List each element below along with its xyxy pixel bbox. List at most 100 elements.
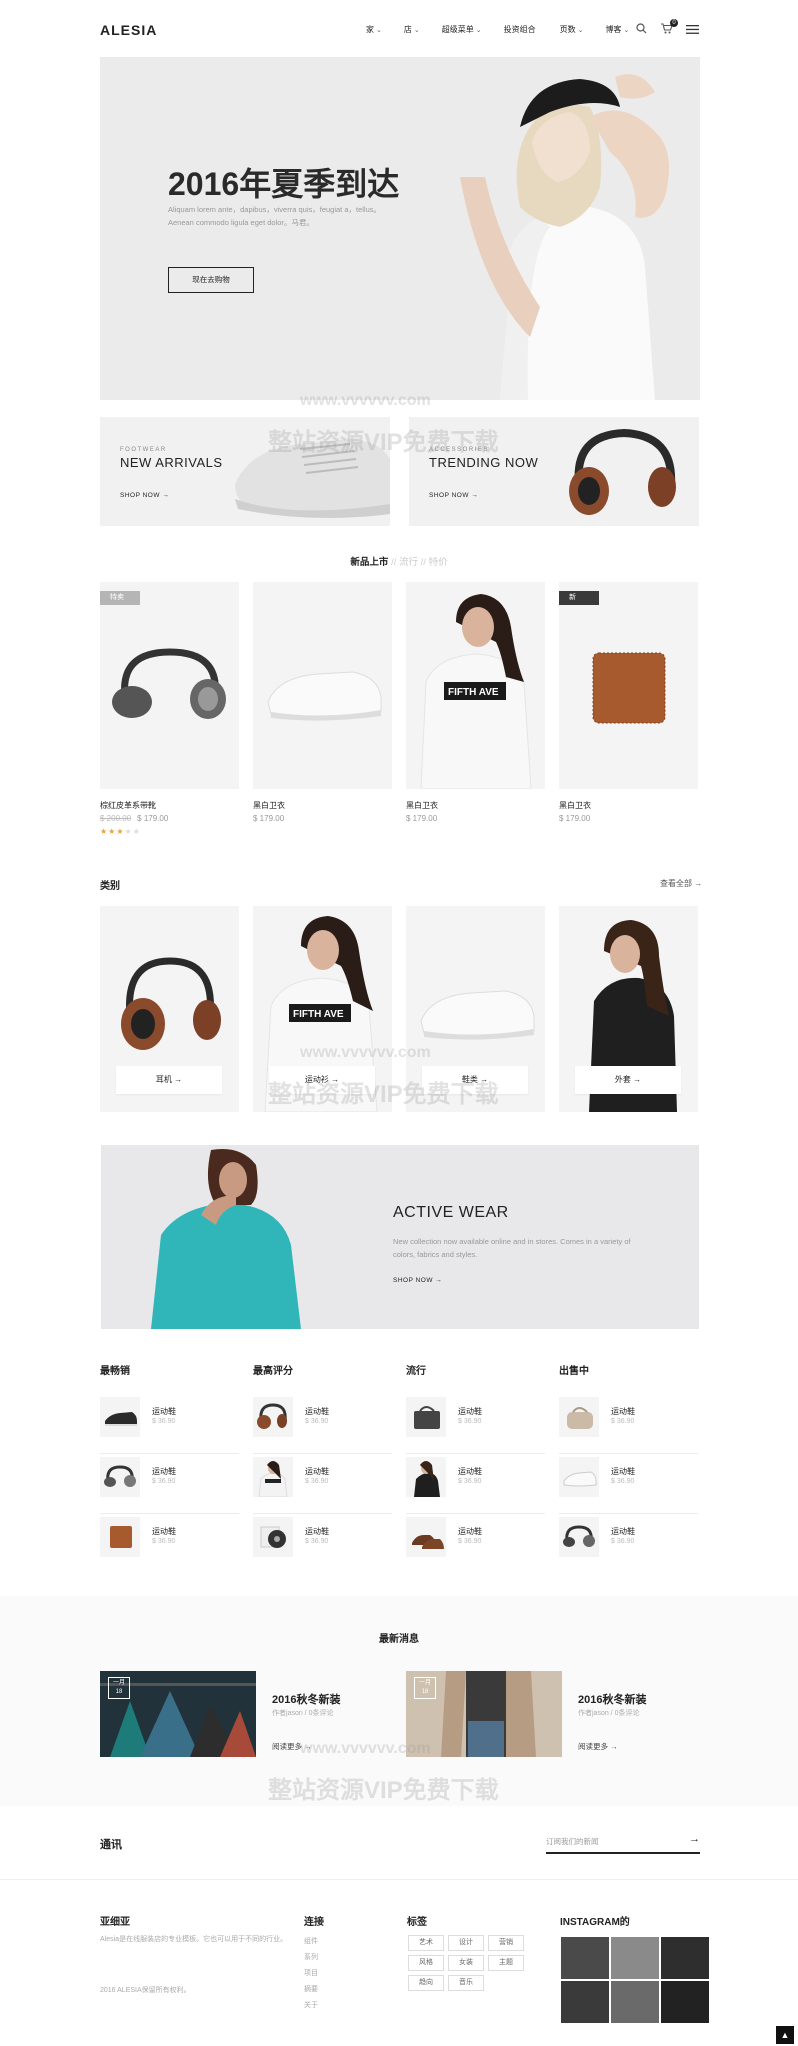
- instagram-photo[interactable]: [611, 1981, 659, 2023]
- mini-product-price: $ 36.90: [152, 1538, 176, 1545]
- footer-link[interactable]: 摘要: [304, 1984, 318, 1994]
- shop-now-link[interactable]: SHOP NOW →: [120, 492, 169, 499]
- mini-product[interactable]: 运动鞋 $ 36.90: [253, 1457, 392, 1517]
- category-card-headphones[interactable]: 耳机 →: [100, 906, 239, 1112]
- mini-product-name[interactable]: 运动鞋: [458, 1526, 482, 1537]
- mini-product-name[interactable]: 运动鞋: [305, 1466, 329, 1477]
- active-wear-text: New collection now available online and …: [393, 1237, 631, 1259]
- back-to-top-button[interactable]: ▲: [776, 2026, 794, 2044]
- mini-product-name[interactable]: 运动鞋: [458, 1466, 482, 1477]
- product-card[interactable]: 特卖: [100, 582, 239, 789]
- shop-now-button[interactable]: 现在去购物: [168, 267, 254, 293]
- mini-product-name[interactable]: 运动鞋: [152, 1406, 176, 1417]
- footer-instagram-title: INSTAGRAM的: [560, 1917, 630, 1928]
- category-button[interactable]: 运动衫 →: [269, 1066, 375, 1094]
- logo[interactable]: ALESIA: [100, 22, 157, 38]
- headphones-image: [569, 428, 676, 515]
- mini-product[interactable]: 运动鞋 $ 36.90: [559, 1517, 698, 1577]
- news-post-image[interactable]: 一月 18: [406, 1671, 562, 1757]
- mini-product[interactable]: 运动鞋 $ 36.90: [559, 1457, 698, 1517]
- instagram-photo[interactable]: [561, 1981, 609, 2023]
- nav-item-mega-menu[interactable]: 超级菜单 ⌄: [442, 24, 482, 35]
- footer-link[interactable]: 组件: [304, 1936, 318, 1946]
- category-button[interactable]: 耳机 →: [116, 1066, 222, 1094]
- mini-product-name[interactable]: 运动鞋: [611, 1466, 635, 1477]
- tag-link[interactable]: 音乐: [448, 1975, 484, 1991]
- mini-product[interactable]: 运动鞋 $ 36.90: [100, 1517, 239, 1577]
- chevron-down-icon: ⌄: [623, 27, 630, 34]
- mini-product-name[interactable]: 运动鞋: [611, 1406, 635, 1417]
- mini-product[interactable]: 运动鞋 $ 36.90: [559, 1397, 698, 1457]
- newsletter-email-input[interactable]: 订阅我们的新闻 →: [546, 1830, 700, 1854]
- shop-now-link[interactable]: SHOP NOW →: [429, 492, 478, 499]
- nav-item-portfolio[interactable]: 投资组合: [504, 24, 538, 35]
- product-price: $ 179.00: [253, 814, 285, 823]
- banner-new-arrivals[interactable]: FOOTWEAR NEW ARRIVALS SHOP NOW →: [100, 417, 390, 526]
- footer-link[interactable]: 系列: [304, 1952, 318, 1962]
- search-icon[interactable]: [636, 23, 647, 37]
- mini-product[interactable]: 运动鞋 $ 36.90: [406, 1517, 545, 1577]
- mini-product-name[interactable]: 运动鞋: [458, 1406, 482, 1417]
- chevron-down-icon: ⌄: [376, 27, 382, 34]
- mini-product-name[interactable]: 运动鞋: [152, 1466, 176, 1477]
- tag-link[interactable]: 设计: [448, 1935, 484, 1951]
- nav-item-pages[interactable]: 页数 ⌄: [560, 24, 584, 35]
- news-post-title[interactable]: 2016秋冬新装: [578, 1691, 646, 1707]
- read-more-link[interactable]: 阅读更多 →: [272, 1741, 312, 1752]
- tag-link[interactable]: 营销: [488, 1935, 524, 1951]
- nav-item-home[interactable]: 家 ⌄: [366, 24, 382, 35]
- read-more-link[interactable]: 阅读更多 →: [578, 1741, 618, 1752]
- shop-now-link[interactable]: SHOP NOW →: [393, 1277, 442, 1284]
- product-card[interactable]: 新: [559, 582, 698, 789]
- active-wear-banner[interactable]: ACTIVE WEAR New collection now available…: [101, 1145, 699, 1329]
- tag-link[interactable]: 主题: [488, 1955, 524, 1971]
- category-button[interactable]: 外套 →: [575, 1066, 681, 1094]
- footer-link[interactable]: 项目: [304, 1968, 318, 1978]
- tab-popular[interactable]: 流行: [399, 557, 418, 568]
- instagram-photo[interactable]: [661, 1937, 709, 1979]
- nav-item-shop[interactable]: 店 ⌄: [404, 24, 420, 35]
- footer-link[interactable]: 关于: [304, 2000, 318, 2010]
- tag-link[interactable]: 艺术: [408, 1935, 444, 1951]
- banner-title: TRENDING NOW: [429, 455, 539, 470]
- view-all-link[interactable]: 查看全部 →: [660, 878, 702, 889]
- mini-product[interactable]: 运动鞋 $ 36.90: [100, 1397, 239, 1457]
- news-post[interactable]: 一月 18 2016秋冬新装 作者jason / 0条评论 阅读更多 →: [406, 1671, 706, 1757]
- hamburger-menu-icon[interactable]: [686, 25, 699, 37]
- mini-product[interactable]: 运动鞋 $ 36.90: [100, 1457, 239, 1517]
- news-post-image[interactable]: 一月 18: [100, 1671, 256, 1757]
- mini-product[interactable]: 运动鞋 $ 36.90: [406, 1457, 545, 1517]
- mini-product[interactable]: 运动鞋 $ 36.90: [253, 1517, 392, 1577]
- post-date: 一月 18: [414, 1677, 436, 1699]
- tab-new-arrivals[interactable]: 新品上市: [350, 557, 388, 568]
- category-card-footwear[interactable]: 鞋类 →: [406, 906, 545, 1112]
- active-wear-title: ACTIVE WEAR: [393, 1204, 509, 1221]
- category-button[interactable]: 鞋类 →: [422, 1066, 528, 1094]
- nav-item-blog[interactable]: 博客 ⌄: [606, 24, 630, 35]
- tab-sale[interactable]: 特价: [429, 557, 448, 568]
- product-card[interactable]: FIFTH AVE: [406, 582, 545, 789]
- product-card[interactable]: [253, 582, 392, 789]
- instagram-photo[interactable]: [561, 1937, 609, 1979]
- product-name[interactable]: 黑白卫衣: [253, 800, 285, 811]
- mini-product[interactable]: 运动鞋 $ 36.90: [253, 1397, 392, 1457]
- banner-trending-now[interactable]: ACCESSORIES TRENDING NOW SHOP NOW →: [409, 417, 699, 526]
- mini-product-name[interactable]: 运动鞋: [611, 1526, 635, 1537]
- product-name[interactable]: 黑白卫衣: [406, 800, 438, 811]
- mini-product-name[interactable]: 运动鞋: [305, 1406, 329, 1417]
- mini-product[interactable]: 运动鞋 $ 36.90: [406, 1397, 545, 1457]
- news-post-title[interactable]: 2016秋冬新装: [272, 1691, 340, 1707]
- instagram-photo[interactable]: [661, 1981, 709, 2023]
- category-card-jackets[interactable]: 外套 →: [559, 906, 698, 1112]
- subscribe-arrow-icon[interactable]: →: [689, 1833, 700, 1845]
- tag-link[interactable]: 风格: [408, 1955, 444, 1971]
- mini-product-name[interactable]: 运动鞋: [152, 1526, 176, 1537]
- mini-product-name[interactable]: 运动鞋: [305, 1526, 329, 1537]
- instagram-photo[interactable]: [611, 1937, 659, 1979]
- product-name[interactable]: 黑白卫衣: [559, 800, 591, 811]
- news-post[interactable]: 一月 18 2016秋冬新装 作者jason / 0条评论 阅读更多 →: [100, 1671, 400, 1757]
- tag-link[interactable]: 趋向: [408, 1975, 444, 1991]
- tag-link[interactable]: 女装: [448, 1955, 484, 1971]
- product-name[interactable]: 棕红皮革系带靴: [100, 800, 156, 811]
- category-card-sweatshirts[interactable]: FIFTH AVE 运动衫 →: [253, 906, 392, 1112]
